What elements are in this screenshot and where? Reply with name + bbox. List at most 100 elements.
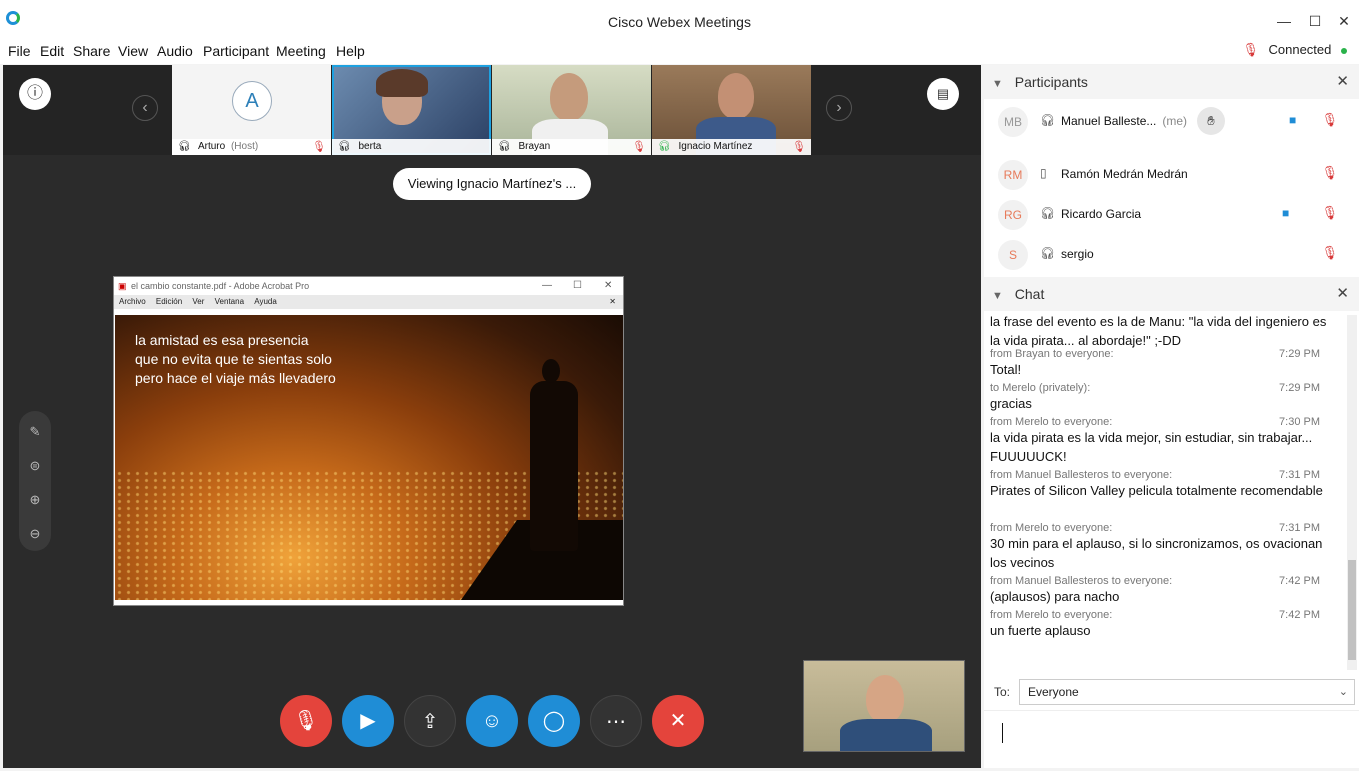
chevron-down-icon: ▼ xyxy=(992,290,1003,302)
menu-meeting[interactable]: Meeting xyxy=(276,43,326,59)
maximize-button[interactable]: ☐ xyxy=(1302,10,1328,32)
connection-status: 🎙︎ Connected xyxy=(1242,42,1347,58)
prev-thumbnails-button[interactable]: ‹ xyxy=(132,95,158,121)
leave-meeting-button[interactable]: ✕ xyxy=(652,695,704,747)
participant-row[interactable]: RM ▯ Ramón Medrán Medrán 🎙︎ xyxy=(984,154,1352,194)
self-face xyxy=(866,675,904,723)
chat-text: gracias xyxy=(990,396,1032,411)
zoom-in-icon[interactable]: ⊕ xyxy=(19,485,51,515)
chat-header[interactable]: ▼ Chat ✕ xyxy=(984,277,1359,311)
avatar: RM xyxy=(998,160,1028,190)
participants-icon: ☺ xyxy=(481,710,503,732)
recipient-select[interactable]: Everyone ⌄ xyxy=(1019,679,1355,705)
me-label: (me) xyxy=(1162,114,1188,128)
person-silhouette-head xyxy=(542,359,560,383)
menu-share[interactable]: Share xyxy=(73,43,110,59)
mic-muted-icon: 🎙︎ xyxy=(792,141,806,153)
chat-time: 7:31 PM xyxy=(1279,469,1320,481)
layout-button[interactable]: ▤ xyxy=(927,78,959,110)
chat-message: from Manuel Ballesteros to everyone: 7:4… xyxy=(990,575,1330,606)
participant-row[interactable]: MB 🎧︎ Manuel Balleste... (me) ✋︎ ■ 🎙︎ xyxy=(984,101,1352,141)
chat-messages: la frase del evento es la de Manu: "la v… xyxy=(984,312,1343,670)
participant-video xyxy=(550,73,588,121)
mic-muted-icon: 🎙︎ xyxy=(1321,245,1338,260)
mic-muted-icon: 🎙︎ xyxy=(632,141,646,153)
window-title: Cisco Webex Meetings xyxy=(608,14,751,30)
raise-hand-icon[interactable]: ✋︎ xyxy=(1197,107,1225,135)
share-icon: ⇪ xyxy=(421,711,439,733)
text-caret xyxy=(1002,723,1003,743)
chat-time: 7:31 PM xyxy=(1279,522,1320,534)
acrobat-minimize-icon: — xyxy=(542,280,552,291)
person-silhouette xyxy=(530,381,578,551)
mic-muted-icon: 🎙︎ xyxy=(1321,112,1338,127)
menu-view[interactable]: View xyxy=(118,43,148,59)
chat-recipient-row: To: Everyone ⌄ xyxy=(984,677,1359,707)
quote-line: pero hace el viaje más llevadero xyxy=(135,370,336,386)
chat-scrollbar[interactable] xyxy=(1347,315,1357,670)
annotate-pen-icon[interactable]: ✎ xyxy=(19,417,51,447)
chat-text: 30 min para el aplauso, si lo sincroniza… xyxy=(990,536,1323,570)
thumbnail-berta[interactable]: 🎧︎ berta xyxy=(332,65,491,155)
chat-text: (aplausos) para nacho xyxy=(990,589,1120,604)
quote-line: la amistad es esa presencia xyxy=(135,332,309,348)
thumbnail-arturo[interactable]: A 🎧︎ Arturo (Host) 🎙︎ xyxy=(172,65,331,155)
mic-muted-icon: 🎙︎ xyxy=(312,141,326,153)
connected-dot-icon xyxy=(1341,47,1347,54)
close-chat-icon[interactable]: ✕ xyxy=(1336,277,1349,311)
participant-name: Ricardo Garcia xyxy=(1061,207,1142,221)
participants-button[interactable]: ☺ xyxy=(466,695,518,747)
menu-audio[interactable]: Audio xyxy=(157,43,193,59)
chevron-down-icon: ⌄ xyxy=(1338,686,1348,698)
chevron-down-icon: ▼ xyxy=(992,78,1003,90)
menu-bar: File Edit Share View Audio Participant M… xyxy=(0,40,1359,64)
chat-time: 7:29 PM xyxy=(1279,348,1320,360)
thumbnail-ignacio[interactable]: 🎧︎ Ignacio Martínez 🎙︎ xyxy=(652,65,811,155)
more-options-button[interactable]: ⋯ xyxy=(590,695,642,747)
slide-quote: la amistad es esa presencia que no evita… xyxy=(135,331,336,388)
participants-header[interactable]: ▼ Participants ✕ xyxy=(984,65,1359,99)
avatar: RG xyxy=(998,200,1028,230)
close-window-button[interactable]: ✕ xyxy=(1331,10,1357,32)
chat-scrollbar-thumb[interactable] xyxy=(1348,560,1356,660)
participant-name-wrap: Manuel Balleste... (me) xyxy=(1061,114,1187,128)
share-button[interactable]: ⇪ xyxy=(404,695,456,747)
participant-row[interactable]: S 🎧︎ sergio 🎙︎ xyxy=(984,234,1352,274)
phone-icon: ▯ xyxy=(1040,166,1047,180)
participant-name: Arturo xyxy=(197,141,226,152)
menu-help[interactable]: Help xyxy=(336,43,365,59)
menu-participant[interactable]: Participant xyxy=(203,43,269,59)
thumbnail-brayan[interactable]: 🎧︎ Brayan 🎙︎ xyxy=(492,65,651,155)
video-button[interactable]: ▶ xyxy=(342,695,394,747)
acrobat-menu-ventana: Ventana xyxy=(214,297,245,306)
participant-name: Ignacio Martínez xyxy=(678,141,753,152)
remote-control-icon[interactable]: ⊜ xyxy=(19,451,51,481)
headset-icon: 🎧︎ xyxy=(338,141,351,152)
zoom-out-icon[interactable]: ⊖ xyxy=(19,519,51,549)
close-participants-icon[interactable]: ✕ xyxy=(1336,65,1349,99)
chat-message: from Brayan to everyone: 7:29 PM Total! xyxy=(990,348,1330,379)
participant-row[interactable]: RG 🎧︎ Ricardo Garcia ■ 🎙︎ xyxy=(984,194,1352,234)
minimize-button[interactable]: — xyxy=(1271,10,1297,32)
quote-line: que no evita que te sientas solo xyxy=(135,351,332,367)
participant-name: Brayan xyxy=(518,141,551,152)
self-view-video[interactable] xyxy=(803,660,965,752)
participant-name: sergio xyxy=(1061,247,1094,261)
mute-button[interactable]: 🎙︎ xyxy=(280,695,332,747)
chat-button[interactable]: ◯ xyxy=(528,695,580,747)
acrobat-doc-close-icon: ✕ xyxy=(609,297,616,306)
chat-message-input[interactable] xyxy=(984,710,1359,766)
chat-text: la vida pirata es la vida mejor, sin est… xyxy=(990,430,1313,464)
meeting-stage: ⓘ ‹ A 🎧︎ Arturo (Host) 🎙︎ 🎧︎ berta 🎧︎ Br… xyxy=(3,65,981,768)
meeting-info-button[interactable]: ⓘ xyxy=(19,78,51,110)
chat-message: to Merelo (privately): 7:29 PM gracias xyxy=(990,382,1330,413)
chat-text: Pirates of Silicon Valley pelicula total… xyxy=(990,483,1323,498)
menu-file[interactable]: File xyxy=(8,43,31,59)
mic-muted-icon: 🎙︎ xyxy=(293,710,319,732)
chat-icon: ◯ xyxy=(542,710,566,732)
chat-text: un fuerte aplauso xyxy=(990,623,1091,638)
more-icon: ⋯ xyxy=(606,711,626,733)
menu-edit[interactable]: Edit xyxy=(40,43,64,59)
thumbnail-label: 🎧︎ Arturo (Host) 🎙︎ xyxy=(172,139,331,155)
next-thumbnails-button[interactable]: › xyxy=(826,95,852,121)
